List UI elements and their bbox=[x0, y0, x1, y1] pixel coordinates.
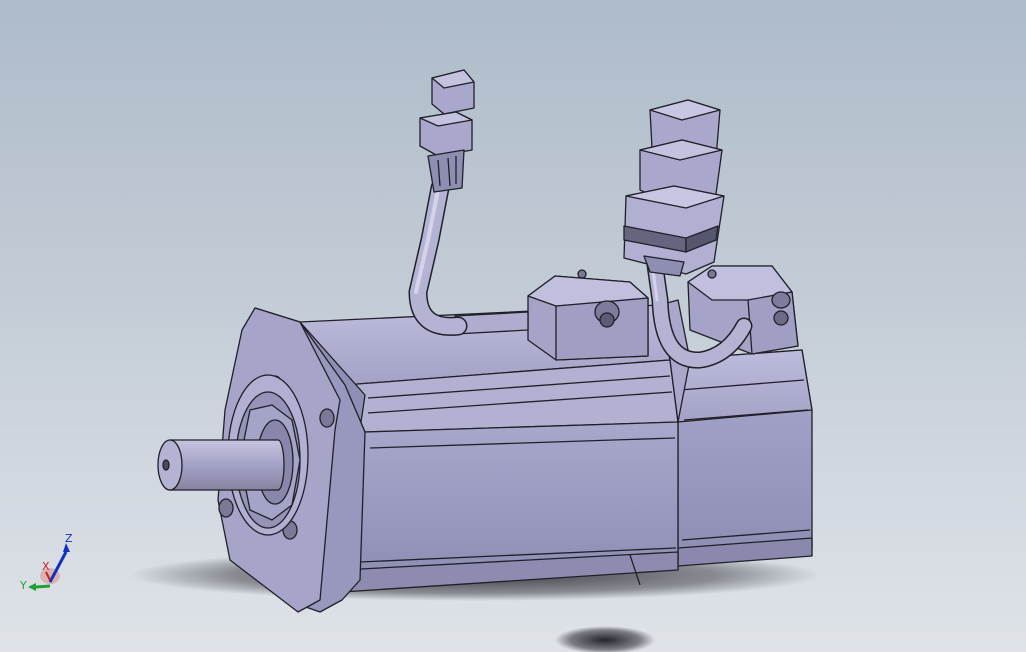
shaft-center-hole-icon bbox=[162, 459, 170, 471]
servo-motor-model[interactable] bbox=[0, 0, 1026, 652]
encoder-plug[interactable] bbox=[623, 99, 725, 277]
power-cable[interactable] bbox=[408, 178, 468, 336]
y-axis-arrow-icon bbox=[35, 584, 51, 589]
encoder-housing[interactable] bbox=[664, 349, 813, 567]
z-axis-label: Z bbox=[65, 532, 73, 545]
y-axis-arrowhead-icon bbox=[28, 583, 36, 591]
y-axis-label: Y bbox=[19, 579, 27, 592]
output-shaft[interactable] bbox=[157, 439, 285, 491]
mounting-hole-icon bbox=[218, 498, 234, 518]
x-axis-label: X bbox=[42, 560, 50, 573]
graphics-viewport[interactable]: Z X Y bbox=[0, 0, 1026, 652]
power-plug[interactable] bbox=[419, 69, 475, 193]
view-orientation-triad[interactable]: Z X Y bbox=[14, 530, 84, 600]
mounting-hole-icon bbox=[319, 408, 335, 428]
